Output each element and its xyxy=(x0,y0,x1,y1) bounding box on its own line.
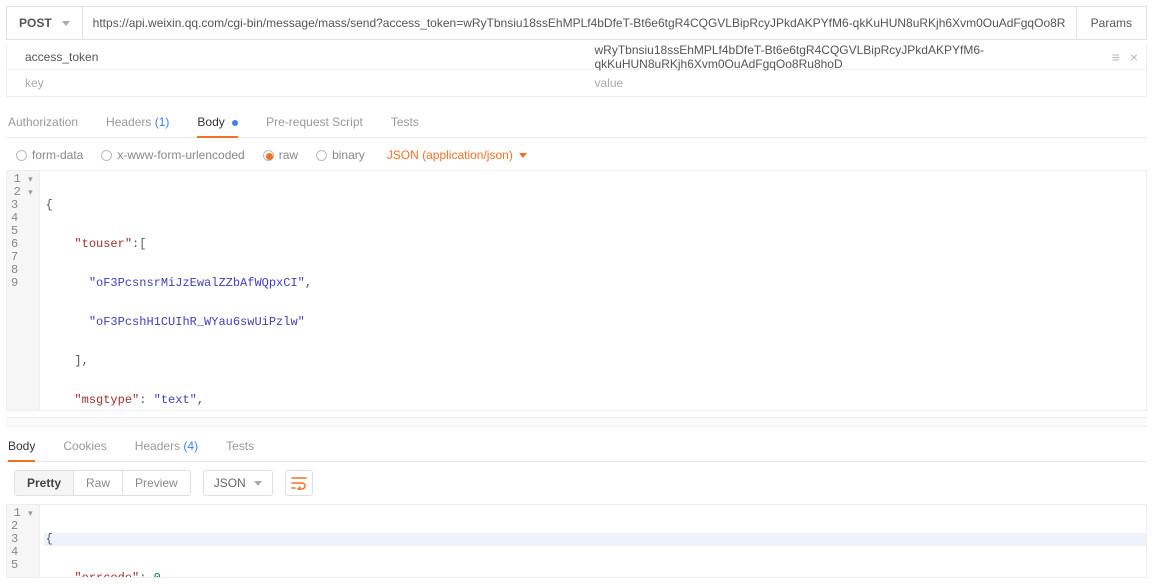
tab-body[interactable]: Body xyxy=(197,109,238,137)
response-format-label: JSON xyxy=(214,476,246,490)
radio-label: x-www-form-urlencoded xyxy=(117,148,244,162)
resp-tab-headers[interactable]: Headers (4) xyxy=(135,433,198,461)
params-toggle-button[interactable]: Params xyxy=(1076,7,1146,39)
radio-label: binary xyxy=(332,148,365,162)
radio-label: raw xyxy=(279,148,298,162)
body-modified-dot-icon xyxy=(232,120,238,126)
row-actions: ≡ × xyxy=(1112,49,1138,65)
request-tabs: Authorization Headers (1) Body Pre-reque… xyxy=(6,109,1147,138)
editor-code[interactable]: { "touser":[ "oF3PcsnsrMiJzEwalZZbAfWQpx… xyxy=(40,171,1146,410)
tab-headers[interactable]: Headers (1) xyxy=(106,109,169,137)
chevron-down-icon xyxy=(62,21,70,26)
chevron-down-icon xyxy=(254,481,262,486)
http-method-selector[interactable]: POST xyxy=(7,7,83,39)
headers-count-badge: (1) xyxy=(155,115,170,129)
row-delete-icon[interactable]: × xyxy=(1130,49,1138,65)
resp-tab-cookies[interactable]: Cookies xyxy=(63,433,106,461)
param-key-placeholder[interactable]: key xyxy=(7,76,577,90)
resp-headers-count-badge: (4) xyxy=(183,439,198,453)
resp-tab-tests[interactable]: Tests xyxy=(226,433,254,461)
row-menu-icon[interactable]: ≡ xyxy=(1112,49,1120,65)
chevron-down-icon xyxy=(519,153,527,158)
view-mode-segmented: Pretty Raw Preview xyxy=(14,470,191,496)
body-type-raw[interactable]: raw xyxy=(263,148,298,162)
body-type-form-data[interactable]: form-data xyxy=(16,148,83,162)
tab-tests[interactable]: Tests xyxy=(391,109,419,137)
view-pretty[interactable]: Pretty xyxy=(15,471,74,495)
response-body-editor[interactable]: 1 ▾ 2 3 4 5 { "errcode": 0, "errmsg": "s… xyxy=(6,504,1147,578)
url-bar: POST Params xyxy=(6,6,1147,40)
body-type-urlencoded[interactable]: x-www-form-urlencoded xyxy=(101,148,244,162)
resp-tab-body[interactable]: Body xyxy=(8,433,35,461)
response-view-toolbar: Pretty Raw Preview JSON xyxy=(6,462,1147,504)
content-type-selector[interactable]: JSON (application/json) xyxy=(387,148,527,162)
param-value-cell[interactable]: wRyTbnsiu18ssEhMPLf4bDfeT-Bt6e6tgR4CQGVL… xyxy=(577,43,1147,71)
tab-headers-label: Headers xyxy=(106,115,151,129)
pane-splitter[interactable] xyxy=(6,417,1147,427)
param-value-placeholder[interactable]: value xyxy=(577,76,1147,90)
body-type-binary[interactable]: binary xyxy=(316,148,365,162)
view-preview[interactable]: Preview xyxy=(123,471,190,495)
response-format-selector[interactable]: JSON xyxy=(203,470,273,496)
param-value-text: wRyTbnsiu18ssEhMPLf4bDfeT-Bt6e6tgR4CQGVL… xyxy=(595,43,1129,71)
resp-tab-headers-label: Headers xyxy=(135,439,180,453)
url-input[interactable] xyxy=(83,7,1076,39)
editor-code[interactable]: { "errcode": 0, "errmsg": "send job subm… xyxy=(40,505,1146,577)
editor-gutter: 1 ▾ 2 3 4 5 xyxy=(7,505,40,577)
params-row[interactable]: access_token wRyTbnsiu18ssEhMPLf4bDfeT-B… xyxy=(7,44,1146,70)
params-table: access_token wRyTbnsiu18ssEhMPLf4bDfeT-B… xyxy=(6,44,1147,97)
view-raw[interactable]: Raw xyxy=(74,471,123,495)
radio-label: form-data xyxy=(32,148,83,162)
tab-prerequest[interactable]: Pre-request Script xyxy=(266,109,363,137)
wrap-lines-button[interactable] xyxy=(285,470,313,496)
param-key-cell[interactable]: access_token xyxy=(7,50,577,64)
tab-body-label: Body xyxy=(197,115,224,129)
body-type-row: form-data x-www-form-urlencoded raw bina… xyxy=(6,138,1147,171)
tab-authorization[interactable]: Authorization xyxy=(8,109,78,137)
request-body-editor[interactable]: 1 ▾ 2 ▾ 3 4 5 6 7 8 9 { "touser":[ "oF3P… xyxy=(6,171,1147,411)
editor-gutter: 1 ▾ 2 ▾ 3 4 5 6 7 8 9 xyxy=(7,171,40,410)
params-button-label: Params xyxy=(1091,16,1132,30)
content-type-label: JSON (application/json) xyxy=(387,148,513,162)
response-tabs: Body Cookies Headers (4) Tests xyxy=(6,433,1147,462)
method-label: POST xyxy=(19,16,52,30)
wrap-icon xyxy=(291,476,307,490)
params-row-empty[interactable]: key value xyxy=(7,70,1146,96)
